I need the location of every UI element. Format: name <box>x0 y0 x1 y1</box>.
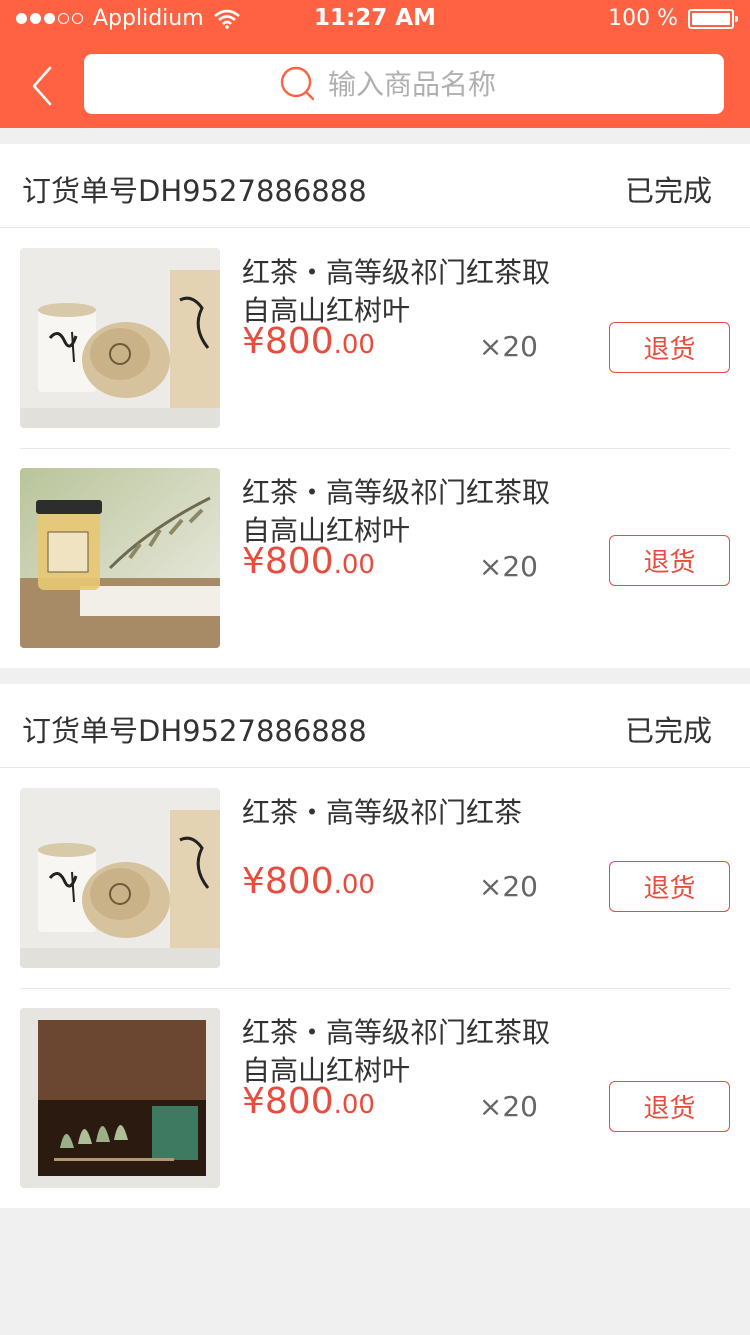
order-card: 订货单号DH9527886888 已完成 红茶・高等级祁门红茶 ¥800.00 … <box>0 684 750 1208</box>
product-quantity: ×20 <box>478 550 538 583</box>
product-quantity: ×20 <box>478 1090 538 1123</box>
product-name: 红茶・高等级祁门红茶取自高山红树叶 <box>242 1016 551 1087</box>
search-icon <box>280 66 315 101</box>
return-button[interactable]: 退货 <box>609 535 730 586</box>
order-header: 订货单号DH9527886888 已完成 <box>0 684 750 768</box>
return-button[interactable]: 退货 <box>609 322 730 373</box>
order-number: 订货单号DH9527886888 <box>22 714 367 748</box>
status-bar: Applidium 11:27 AM 100 % <box>0 0 750 40</box>
product-image <box>20 788 220 968</box>
return-button[interactable]: 退货 <box>609 1081 730 1132</box>
battery-percent: 100 % <box>608 6 678 31</box>
product-name: 红茶・高等级祁门红茶取自高山红树叶 <box>242 256 551 327</box>
product-price: ¥800.00 <box>242 321 375 362</box>
product-name: 红茶・高等级祁门红茶取自高山红树叶 <box>242 476 551 547</box>
product-image <box>20 1008 220 1188</box>
app-header: Applidium 11:27 AM 100 % <box>0 0 750 128</box>
search-input[interactable] <box>328 67 528 101</box>
order-item[interactable]: 红茶・高等级祁门红茶 ¥800.00 ×20 退货 <box>0 768 750 988</box>
return-button[interactable]: 退货 <box>609 861 730 912</box>
battery-icon <box>688 8 738 29</box>
product-price: ¥800.00 <box>242 861 375 902</box>
order-card: 订货单号DH9527886888 已完成 红茶・高等级祁门红茶取自高山红树叶 ¥… <box>0 144 750 668</box>
order-item[interactable]: 红茶・高等级祁门红茶取自高山红树叶 ¥800.00 ×20 退货 <box>0 228 750 448</box>
order-item[interactable]: 红茶・高等级祁门红茶取自高山红树叶 ¥800.00 ×20 退货 <box>0 448 750 668</box>
product-price: ¥800.00 <box>242 1081 375 1122</box>
order-number: 订货单号DH9527886888 <box>22 174 367 208</box>
product-image <box>20 468 220 648</box>
order-item[interactable]: 红茶・高等级祁门红茶取自高山红树叶 ¥800.00 ×20 退货 <box>0 988 750 1208</box>
product-name: 红茶・高等级祁门红茶 <box>242 796 523 829</box>
product-price: ¥800.00 <box>242 541 375 582</box>
order-status: 已完成 <box>624 174 712 208</box>
order-header: 订货单号DH9527886888 已完成 <box>0 144 750 228</box>
order-status: 已完成 <box>624 714 712 748</box>
product-image <box>20 248 220 428</box>
search-bar[interactable] <box>84 54 724 114</box>
product-quantity: ×20 <box>478 870 538 903</box>
product-quantity: ×20 <box>478 330 538 363</box>
back-arrow-icon[interactable] <box>28 64 58 108</box>
